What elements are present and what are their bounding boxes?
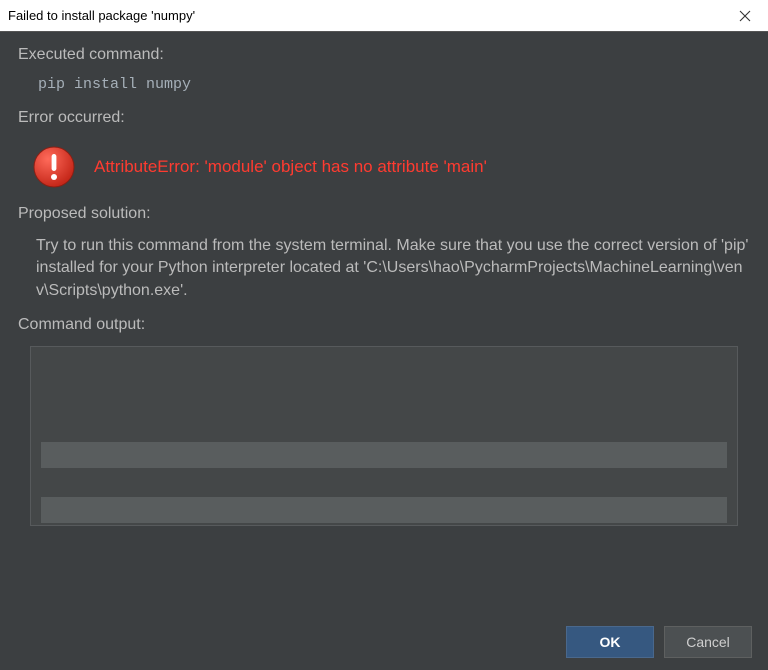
executed-command-label: Executed command: [18,46,750,64]
proposed-solution-text: Try to run this command from the system … [18,235,750,316]
cancel-button[interactable]: Cancel [664,626,752,658]
close-button[interactable] [722,0,768,32]
error-occurred-label: Error occurred: [18,109,750,127]
executed-command-text: pip install numpy [18,76,750,109]
dialog-content: Executed command: pip install numpy Erro… [0,32,768,612]
error-message: AttributeError: 'module' object has no a… [94,157,487,177]
output-highlight [41,442,727,468]
titlebar: Failed to install package 'numpy' [0,0,768,32]
error-row: AttributeError: 'module' object has no a… [18,139,750,205]
error-icon [32,145,76,189]
ok-button[interactable]: OK [566,626,654,658]
dialog-button-row: OK Cancel [566,626,752,658]
command-output-box[interactable]: Traceback (most recent call last): File … [30,346,738,526]
command-output-label: Command output: [18,316,750,334]
close-icon [739,10,751,22]
proposed-solution-label: Proposed solution: [18,205,750,223]
window-title: Failed to install package 'numpy' [8,8,195,23]
output-lines: Traceback (most recent call last): File … [41,466,727,527]
